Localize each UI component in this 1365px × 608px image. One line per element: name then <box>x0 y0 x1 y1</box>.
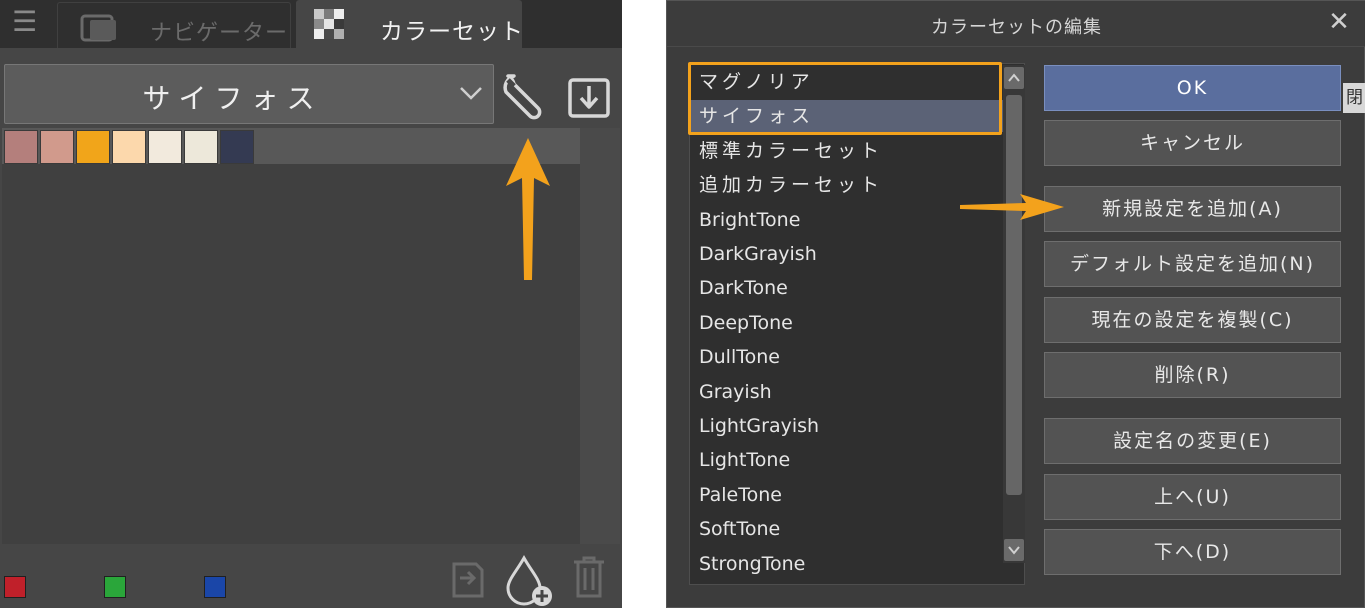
panel-tab-bar: ☰ ナビゲーター カラーセット <box>0 0 622 48</box>
color-swatch[interactable] <box>220 130 254 164</box>
color-swatch[interactable] <box>184 130 218 164</box>
add-color-icon[interactable] <box>504 554 554 608</box>
color-chip[interactable] <box>204 576 226 598</box>
chevron-down-icon <box>460 87 482 100</box>
list-item[interactable]: 標準カラーセット <box>690 135 1006 167</box>
list-item[interactable]: DullTone <box>690 341 1006 373</box>
annotation-arrow-right <box>960 194 1064 220</box>
colorset-icon <box>314 9 344 39</box>
replace-color-icon[interactable] <box>446 554 486 600</box>
scroll-down-button[interactable] <box>1004 539 1024 561</box>
navigator-icon <box>80 14 116 42</box>
edit-colorset-dialog: カラーセットの編集 ✕ マグノリア サイフォス 標準カラーセット 追加カラーセット Br… <box>666 0 1365 608</box>
dialog-title: カラーセットの編集 <box>931 17 1102 38</box>
list-item[interactable]: DarkTone <box>690 272 1006 304</box>
tab-navigator[interactable]: ナビゲーター <box>57 2 291 48</box>
list-item[interactable]: 追加カラーセット <box>690 169 1006 201</box>
rename-setting-button[interactable]: 設定名の変更(E) <box>1044 418 1341 464</box>
list-item[interactable]: DarkGrayish <box>690 238 1006 270</box>
swatch-empty-area <box>2 164 580 544</box>
panel-bottom-bar <box>0 546 622 608</box>
color-swatch[interactable] <box>148 130 182 164</box>
color-swatch-strip <box>2 128 580 164</box>
color-swatch[interactable] <box>76 130 110 164</box>
swatch-scrollbar[interactable] <box>580 128 620 544</box>
color-swatch[interactable] <box>40 130 74 164</box>
colorset-select-value: サイフォス <box>142 82 323 115</box>
list-item[interactable]: StrongTone <box>690 548 1006 580</box>
move-down-button[interactable]: 下へ(D) <box>1044 529 1341 575</box>
color-swatch[interactable] <box>4 130 38 164</box>
color-chip[interactable] <box>4 576 26 598</box>
dialog-titlebar: カラーセットの編集 ✕ <box>667 1 1365 47</box>
list-item[interactable]: SoftTone <box>690 513 1006 545</box>
tab-colorset-label: カラーセット <box>380 19 524 45</box>
chevron-up-icon <box>1008 73 1020 82</box>
list-item[interactable]: サイフォス <box>690 100 1006 133</box>
wrench-icon[interactable] <box>500 70 554 122</box>
list-item[interactable]: BrightTone <box>690 204 1006 236</box>
close-icon[interactable]: ✕ <box>1326 9 1352 35</box>
list-item[interactable]: LightTone <box>690 444 1006 476</box>
duplicate-setting-button[interactable]: 現在の設定を複製(C) <box>1044 297 1341 343</box>
annotation-arrow-up <box>506 138 550 280</box>
list-item[interactable]: DeepTone <box>690 307 1006 339</box>
move-up-button[interactable]: 上へ(U) <box>1044 474 1341 520</box>
menu-icon[interactable]: ☰ <box>12 8 42 36</box>
colorset-list[interactable]: マグノリア サイフォス 標準カラーセット 追加カラーセット BrightTone Dark… <box>689 63 1025 585</box>
add-new-setting-button[interactable]: 新規設定を追加(A) <box>1044 186 1341 232</box>
screenshot-root: ☰ ナビゲーター カラーセット サイフォス カラーセットの編集 ✕ マグノリア … <box>0 0 1365 608</box>
list-item[interactable]: LightGrayish <box>690 410 1006 442</box>
list-item[interactable]: マグノリア <box>690 66 1006 98</box>
tab-colorset[interactable]: カラーセット <box>296 0 524 48</box>
color-chip[interactable] <box>104 576 126 598</box>
ok-button[interactable]: OK <box>1044 65 1341 111</box>
color-swatch[interactable] <box>112 130 146 164</box>
chevron-down-icon <box>1008 546 1020 555</box>
edge-tab: 閉 <box>1343 83 1365 113</box>
cancel-button[interactable]: キャンセル <box>1044 120 1341 166</box>
delete-setting-button[interactable]: 削除(R) <box>1044 352 1341 398</box>
scroll-thumb[interactable] <box>1006 95 1022 495</box>
list-item[interactable]: Grayish <box>690 376 1006 408</box>
colorset-palette-panel: ☰ ナビゲーター カラーセット サイフォス <box>0 0 622 608</box>
tab-bar-empty <box>522 0 622 48</box>
scroll-up-button[interactable] <box>1004 67 1024 89</box>
tab-navigator-label: ナビゲーター <box>150 21 289 46</box>
add-default-setting-button[interactable]: デフォルト設定を追加(N) <box>1044 241 1341 287</box>
colorset-select[interactable]: サイフォス <box>4 64 494 124</box>
trash-icon[interactable] <box>570 554 608 600</box>
download-icon[interactable] <box>566 74 612 120</box>
list-item[interactable]: PaleTone <box>690 479 1006 511</box>
list-scrollbar[interactable] <box>1003 65 1025 563</box>
